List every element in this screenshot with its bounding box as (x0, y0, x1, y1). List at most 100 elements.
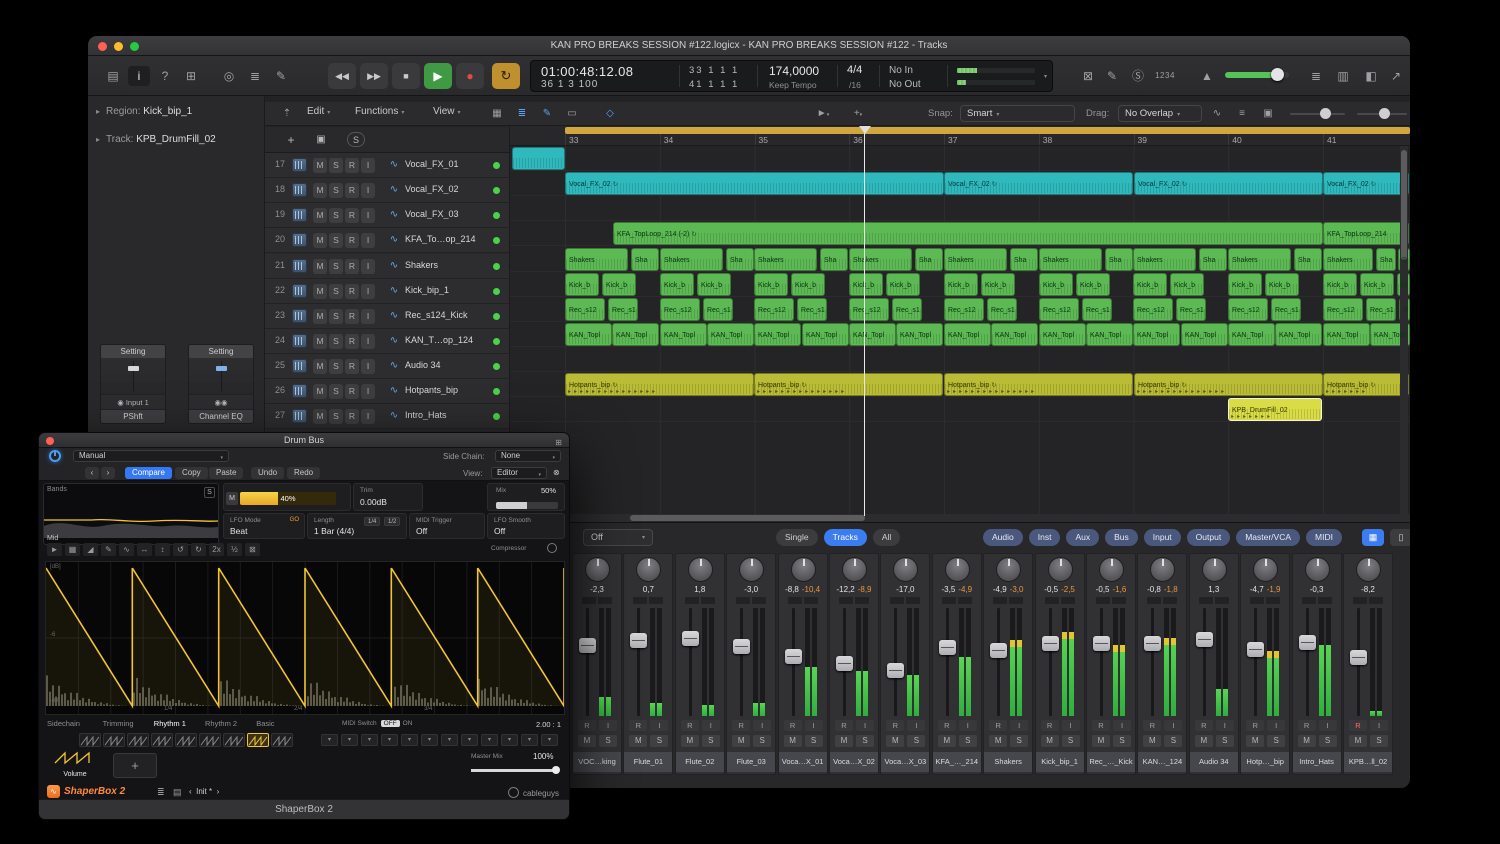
mute-button[interactable]: M (313, 359, 327, 374)
lfo-canvas[interactable]: [dB] -6 -Inf 1/42/43/4 (45, 561, 565, 715)
region[interactable]: Shakers (565, 248, 628, 271)
mixer-channel-strip[interactable]: 1,8RIMSFlute_02 (675, 553, 725, 775)
wave-slot-button[interactable]: ▾ (341, 734, 358, 746)
mix-slider[interactable] (496, 502, 558, 509)
flex-icon[interactable]: ◇ (600, 105, 620, 122)
mixer-channel-strip[interactable]: -3,5-4,9RIMSKFA_…_214 (932, 553, 982, 775)
mute-button[interactable]: M (784, 735, 802, 747)
solo-button[interactable]: S (329, 158, 343, 173)
io-slots[interactable] (1096, 597, 1126, 604)
cycle-button[interactable]: ↻ (492, 63, 520, 89)
region[interactable]: Kick_b (1228, 273, 1262, 296)
region[interactable]: Shakers (754, 248, 817, 271)
input-monitor-button[interactable]: I (361, 233, 375, 248)
volume-fader[interactable] (1350, 650, 1367, 665)
region-inspector-header[interactable]: ▸Region: Kick_bip_1 (96, 106, 192, 117)
region[interactable]: Sha (1294, 248, 1322, 271)
region[interactable]: Rec_s1 (797, 298, 827, 321)
draw-mode-icon[interactable]: ✎ (537, 105, 557, 122)
band-volume-slider[interactable]: 40% (240, 492, 336, 505)
region[interactable]: Sha (820, 248, 848, 271)
io-slots[interactable] (1302, 597, 1332, 604)
region[interactable]: Rec_s1 (608, 298, 638, 321)
pan-knob[interactable] (1048, 557, 1073, 582)
brush-icon[interactable]: ✎ (1101, 66, 1123, 86)
region[interactable]: Shakers (1039, 248, 1102, 271)
region[interactable] (512, 147, 565, 170)
record-enable-button[interactable]: R (345, 384, 359, 399)
record-enable-button[interactable]: R (345, 233, 359, 248)
region[interactable]: Shakers (849, 248, 912, 271)
track-header[interactable]: 25MSRI∿Audio 34 (265, 354, 510, 379)
solo-button[interactable]: S (329, 183, 343, 198)
record-enable-button[interactable]: R (345, 183, 359, 198)
region[interactable]: Kick_b (1360, 273, 1394, 296)
pan-knob[interactable] (1356, 557, 1381, 582)
solo-button[interactable]: S (329, 233, 343, 248)
record-enable-button[interactable]: R (629, 720, 647, 731)
mixer-channel-strip[interactable]: -4,7-1,9RIMSHotp…_bip (1240, 553, 1290, 775)
input-monitor-button[interactable]: I (805, 720, 823, 731)
mixer-channel-strip[interactable]: -8,2RIMSKPB…ll_02 (1343, 553, 1393, 775)
mixer-view-icon[interactable]: ≣ (244, 66, 266, 86)
record-enable-button[interactable]: R (1092, 720, 1110, 731)
volume-fader[interactable] (1196, 632, 1213, 647)
region[interactable]: Rec_s12 (565, 298, 605, 321)
region[interactable]: Sha (1010, 248, 1038, 271)
mute-button[interactable]: M (313, 183, 327, 198)
inspector-channel-strip[interactable]: Setting◉◉Channel EQ (188, 344, 254, 424)
record-enable-button[interactable]: R (938, 720, 956, 731)
region[interactable]: Sha (1376, 248, 1396, 271)
mixer-channel-strip[interactable]: -4,9-3,0RIMSShakers (983, 553, 1033, 775)
mute-button[interactable]: M (313, 208, 327, 223)
region[interactable]: Kick_b (1170, 273, 1204, 296)
mute-button[interactable]: M (835, 735, 853, 747)
mute-button[interactable]: M (313, 409, 327, 424)
region[interactable]: Rec_s12 (944, 298, 984, 321)
chain-icon[interactable]: ⊗ (553, 468, 560, 477)
compare-button[interactable]: Compare (125, 467, 172, 479)
input-monitor-button[interactable]: I (361, 183, 375, 198)
length-divide-button[interactable]: 1/2 (384, 517, 400, 526)
io-slots[interactable] (736, 597, 766, 604)
mute-button[interactable]: M (313, 334, 327, 349)
midi-trigger-value[interactable]: Off (416, 526, 427, 536)
record-enable-button[interactable]: R (345, 359, 359, 374)
solo-button[interactable]: S (329, 384, 343, 399)
count-in-icon[interactable]: 1234 (1150, 66, 1180, 86)
wave-slot-button[interactable]: ▾ (421, 734, 438, 746)
record-button[interactable]: ● (456, 63, 484, 89)
solo-button[interactable]: S (1062, 735, 1080, 747)
track-header[interactable]: 27MSRI∿Intro_Hats (265, 404, 510, 429)
pan-knob[interactable] (945, 557, 970, 582)
lcd-mode-chevron-icon[interactable]: ▾ (1044, 73, 1047, 80)
solo-button[interactable]: S (1010, 735, 1028, 747)
input-monitor-button[interactable]: I (856, 720, 874, 731)
mute-button[interactable]: M (313, 284, 327, 299)
drag-dropdown[interactable]: No Overlap▾ (1118, 105, 1202, 122)
record-enable-button[interactable]: R (835, 720, 853, 731)
plugin-tab-rhythm1[interactable]: Rhythm 1 (154, 719, 186, 728)
pan-knob[interactable] (791, 557, 816, 582)
double-pattern-icon[interactable]: 2x (209, 543, 224, 556)
io-slots[interactable] (788, 597, 818, 604)
plugin-preset-dropdown[interactable]: Manual▾ (73, 450, 229, 462)
strip-setting-button[interactable]: Setting (101, 345, 165, 358)
region[interactable]: Vocal_FX_02↻ (944, 172, 1133, 195)
playhead-handle[interactable] (859, 126, 871, 134)
record-enable-button[interactable]: R (1143, 720, 1161, 731)
midi-switch[interactable]: MIDI SwitchOFFON (339, 720, 412, 727)
record-enable-button[interactable]: R (345, 334, 359, 349)
region[interactable]: Kick_b (1323, 273, 1357, 296)
input-monitor-button[interactable]: I (907, 720, 925, 731)
region[interactable]: KFA_TopLoop_214 (1323, 222, 1409, 245)
region[interactable]: Kick_b (791, 273, 825, 296)
region[interactable]: Hotpants_bip↻▸▸▸▸▸▸▸▸▸▸▸▸▸▸▸ (565, 373, 754, 396)
region[interactable]: KAN_Topl (1181, 323, 1228, 346)
pan-knob[interactable] (842, 557, 867, 582)
pan-knob[interactable] (688, 557, 713, 582)
zoom-button[interactable] (130, 42, 139, 51)
mute-button[interactable]: M (313, 233, 327, 248)
track-height-icon[interactable]: ≡ (1232, 105, 1252, 122)
wave-preset-thumb[interactable] (175, 733, 197, 747)
